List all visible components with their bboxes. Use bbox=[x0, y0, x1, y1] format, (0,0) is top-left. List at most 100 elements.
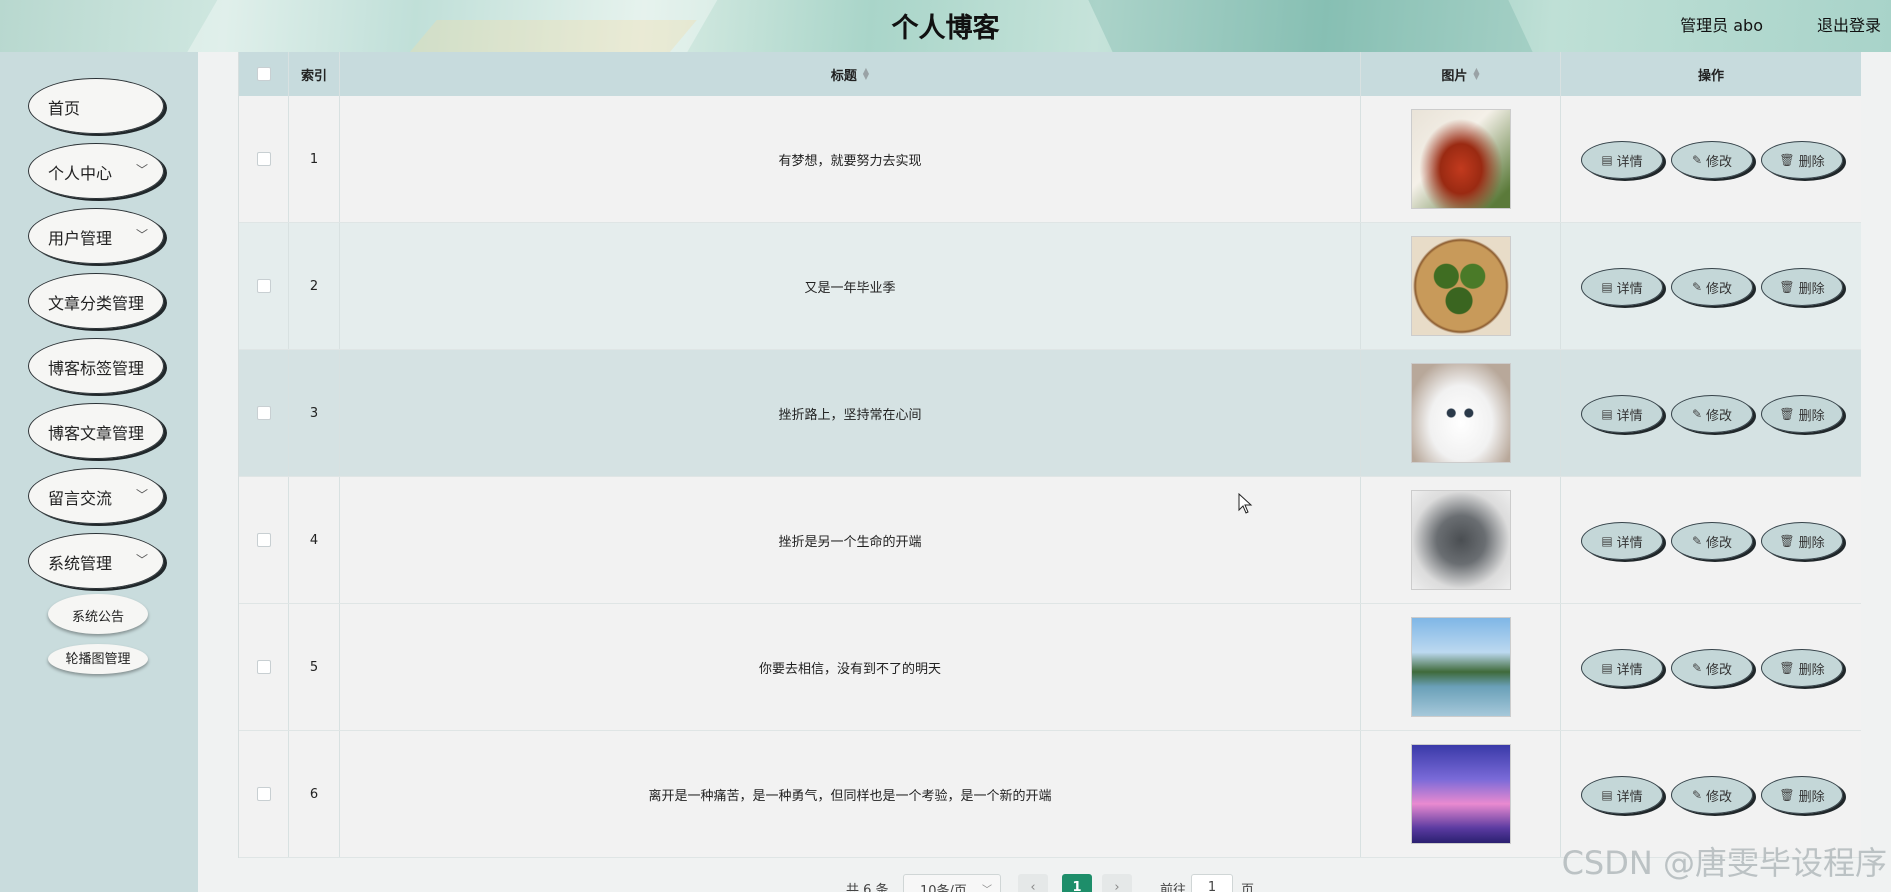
sidebar: 首页 个人中心 ﹀ 用户管理 ﹀ 文章分类管理 博客标签管理 博客文章管理 留言… bbox=[0, 52, 198, 892]
main-content: 索引 标题 ▲ ▼ 图片 ▲ ▼ 操作 1 有梦想，就要努力去实现 ▤ 详情 ✎ 修改 … bbox=[198, 52, 1891, 892]
header-select-all bbox=[239, 52, 289, 96]
edit-button[interactable]: ✎ 修改 bbox=[1671, 395, 1753, 433]
delete-button[interactable]: 🗑 删除 bbox=[1761, 649, 1843, 687]
detail-button[interactable]: ▤ 详情 bbox=[1581, 268, 1663, 306]
sidebar-item-label: 留言交流 bbox=[48, 489, 113, 508]
delete-button[interactable]: 🗑 删除 bbox=[1761, 522, 1843, 560]
row-checkbox[interactable] bbox=[256, 787, 271, 801]
header-index: 索引 bbox=[289, 52, 340, 96]
prev-page-button[interactable]: ‹ bbox=[1018, 874, 1048, 892]
header-title-label: 标题 bbox=[830, 68, 857, 84]
row-title: 挫折是另一个生命的开端 bbox=[340, 477, 1361, 603]
chevron-down-icon: ﹀ bbox=[135, 488, 148, 502]
current-page-button[interactable]: 1 bbox=[1062, 874, 1092, 892]
trash-icon: 🗑 bbox=[1779, 280, 1795, 294]
document-icon: ▤ bbox=[1601, 153, 1613, 167]
sort-icon[interactable]: ▲ ▼ bbox=[863, 67, 869, 81]
pencil-icon: ✎ bbox=[1691, 661, 1703, 675]
detail-button[interactable]: ▤ 详情 bbox=[1581, 395, 1663, 433]
sidebar-item-label: 文章分类管理 bbox=[48, 294, 145, 313]
sidebar-item-blog-tags[interactable]: 博客标签管理 bbox=[28, 338, 164, 394]
chevron-down-icon: ﹀ bbox=[135, 228, 148, 242]
header-image[interactable]: 图片 ▲ ▼ bbox=[1361, 52, 1561, 96]
edit-button[interactable]: ✎ 修改 bbox=[1671, 649, 1753, 687]
top-header: 个人博客 管理员 abo 退出登录 bbox=[0, 0, 1891, 52]
row-checkbox[interactable] bbox=[256, 406, 271, 420]
sidebar-item-blog-articles[interactable]: 博客文章管理 bbox=[28, 403, 164, 459]
sidebar-item-system-management[interactable]: 系统管理 ﹀ bbox=[28, 533, 164, 589]
sidebar-item-label: 用户管理 bbox=[48, 229, 113, 248]
row-index: 6 bbox=[289, 731, 340, 857]
logout-link[interactable]: 退出登录 bbox=[1817, 12, 1881, 36]
detail-button[interactable]: ▤ 详情 bbox=[1581, 649, 1663, 687]
pencil-icon: ✎ bbox=[1691, 153, 1703, 167]
detail-button[interactable]: ▤ 详情 bbox=[1581, 141, 1663, 179]
header-title[interactable]: 标题 ▲ ▼ bbox=[340, 52, 1361, 96]
row-checkbox[interactable] bbox=[256, 152, 271, 166]
delete-button[interactable]: 🗑 删除 bbox=[1761, 395, 1843, 433]
mouse-cursor-icon bbox=[1238, 493, 1253, 514]
next-page-button[interactable]: › bbox=[1102, 874, 1132, 892]
document-icon: ▤ bbox=[1601, 280, 1613, 294]
sidebar-subitem-label: 轮播图管理 bbox=[65, 652, 131, 667]
thumbnail-image[interactable] bbox=[1410, 617, 1511, 717]
delete-button[interactable]: 🗑 删除 bbox=[1761, 776, 1843, 814]
row-index: 2 bbox=[289, 223, 340, 349]
page-suffix-label: 页 bbox=[1241, 883, 1255, 892]
articles-table: 索引 标题 ▲ ▼ 图片 ▲ ▼ 操作 1 有梦想，就要努力去实现 ▤ 详情 ✎ 修改 … bbox=[238, 52, 1861, 858]
sidebar-item-home[interactable]: 首页 bbox=[28, 78, 164, 134]
edit-button[interactable]: ✎ 修改 bbox=[1671, 141, 1753, 179]
document-icon: ▤ bbox=[1601, 534, 1613, 548]
trash-icon: 🗑 bbox=[1779, 407, 1795, 421]
admin-username: 管理员 abo bbox=[1680, 16, 1763, 35]
row-checkbox[interactable] bbox=[256, 660, 271, 674]
sidebar-subitem-announcements[interactable]: 系统公告 bbox=[48, 594, 148, 634]
sidebar-item-user-management[interactable]: 用户管理 ﹀ bbox=[28, 208, 164, 264]
pencil-icon: ✎ bbox=[1691, 534, 1703, 548]
chevron-right-icon: › bbox=[1114, 880, 1120, 892]
trash-icon: 🗑 bbox=[1779, 534, 1795, 548]
sidebar-subitem-carousel[interactable]: 轮播图管理 bbox=[48, 644, 148, 674]
row-checkbox[interactable] bbox=[256, 533, 271, 547]
delete-button[interactable]: 🗑 删除 bbox=[1761, 268, 1843, 306]
trash-icon: 🗑 bbox=[1779, 153, 1795, 167]
pagination-total: 共 6 条 bbox=[846, 883, 889, 892]
sidebar-item-article-category[interactable]: 文章分类管理 bbox=[28, 273, 164, 329]
edit-button[interactable]: ✎ 修改 bbox=[1671, 268, 1753, 306]
site-title: 个人博客 bbox=[891, 13, 1000, 44]
row-title: 有梦想，就要努力去实现 bbox=[340, 96, 1361, 222]
goto-page-input[interactable]: 1 bbox=[1191, 874, 1233, 892]
table-row: 1 有梦想，就要努力去实现 ▤ 详情 ✎ 修改 🗑 删除 bbox=[239, 96, 1861, 223]
thumbnail-image[interactable] bbox=[1410, 363, 1511, 463]
table-header: 索引 标题 ▲ ▼ 图片 ▲ ▼ 操作 bbox=[239, 52, 1861, 96]
header-actions: 操作 bbox=[1697, 68, 1724, 84]
edit-button[interactable]: ✎ 修改 bbox=[1671, 776, 1753, 814]
thumbnail-image[interactable] bbox=[1410, 490, 1511, 590]
sidebar-item-label: 博客标签管理 bbox=[48, 359, 145, 378]
thumbnail-image[interactable] bbox=[1410, 236, 1511, 336]
sidebar-item-messages[interactable]: 留言交流 ﹀ bbox=[28, 468, 164, 524]
row-checkbox[interactable] bbox=[256, 279, 271, 293]
page-size-select[interactable]: 10条/页 ﹀ bbox=[903, 874, 1001, 892]
row-index: 3 bbox=[289, 350, 340, 476]
sidebar-item-personal-center[interactable]: 个人中心 ﹀ bbox=[28, 143, 164, 199]
thumbnail-image[interactable] bbox=[1410, 109, 1511, 209]
sort-icon[interactable]: ▲ ▼ bbox=[1473, 67, 1479, 81]
select-all-checkbox[interactable] bbox=[256, 67, 271, 81]
row-index: 4 bbox=[289, 477, 340, 603]
delete-button[interactable]: 🗑 删除 bbox=[1761, 141, 1843, 179]
edit-button[interactable]: ✎ 修改 bbox=[1671, 522, 1753, 560]
row-title: 离开是一种痛苦，是一种勇气，但同样也是一个考验，是一个新的开端 bbox=[340, 731, 1361, 857]
chevron-down-icon: ﹀ bbox=[135, 163, 148, 177]
header-image-label: 图片 bbox=[1441, 68, 1468, 84]
sidebar-item-label: 首页 bbox=[48, 99, 81, 118]
detail-button[interactable]: ▤ 详情 bbox=[1581, 776, 1663, 814]
row-index: 1 bbox=[289, 96, 340, 222]
goto-label: 前往 bbox=[1160, 883, 1187, 892]
detail-button[interactable]: ▤ 详情 bbox=[1581, 522, 1663, 560]
thumbnail-image[interactable] bbox=[1410, 744, 1511, 844]
table-row: 2 又是一年毕业季 ▤ 详情 ✎ 修改 🗑 删除 bbox=[239, 223, 1861, 350]
trash-icon: 🗑 bbox=[1779, 661, 1795, 675]
row-index: 5 bbox=[289, 604, 340, 730]
sidebar-item-label: 个人中心 bbox=[48, 164, 113, 183]
